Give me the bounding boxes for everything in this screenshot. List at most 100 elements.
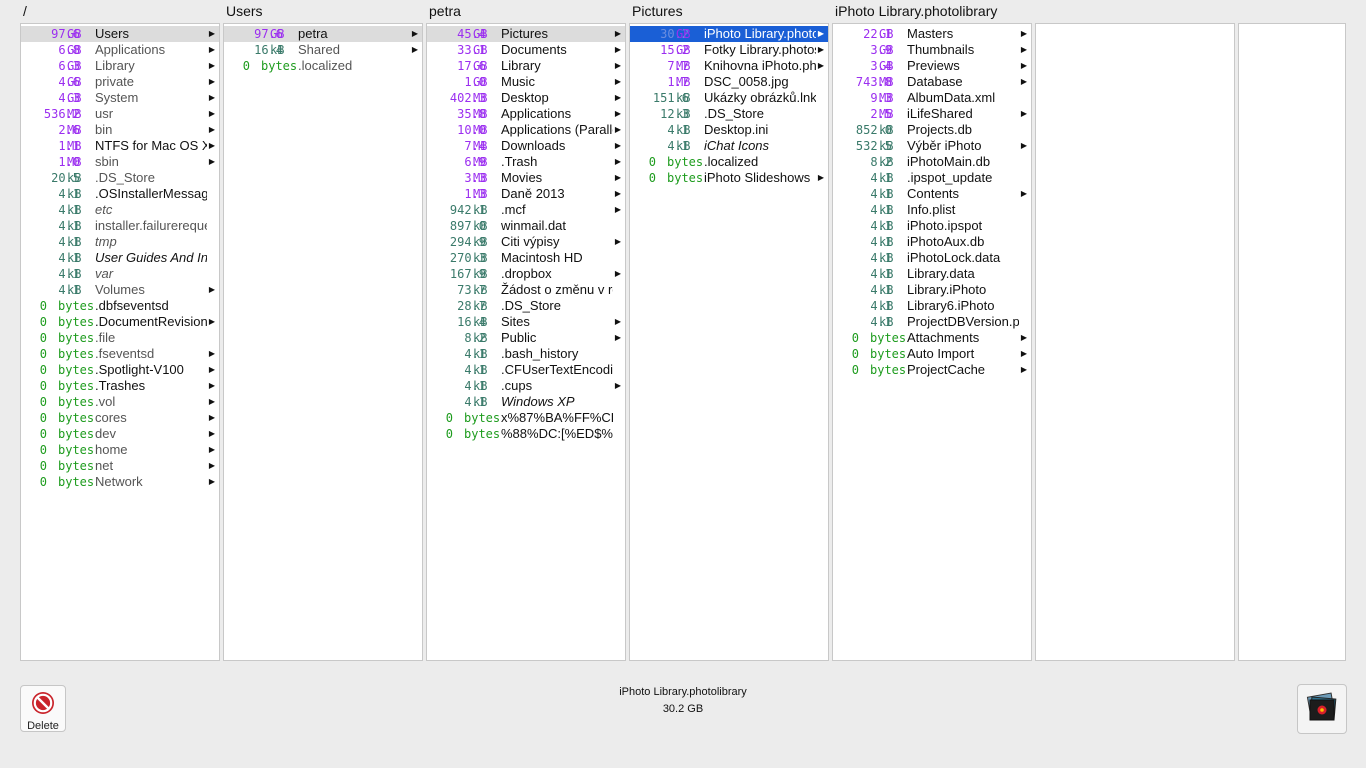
folder-row[interactable]: 10.0MBApplications (Parallels)▶ — [427, 122, 625, 138]
folder-row[interactable]: 0 bytes net ▶ — [21, 458, 219, 474]
reveal-in-finder-button[interactable] — [1297, 684, 1347, 734]
file-row[interactable]: 0 bytes .localized — [630, 154, 828, 170]
file-row[interactable]: 0 bytes .dbfseventsd — [21, 298, 219, 314]
folder-row[interactable]: 402.3 MB Desktop ▶ — [427, 90, 625, 106]
folder-row[interactable]: 1.3 MB Daně 2013 ▶ — [427, 186, 625, 202]
folder-row[interactable]: 0 bytes .Trashes ▶ — [21, 378, 219, 394]
folder-row[interactable]: 532.5 kB Výběr iPhoto ▶ — [833, 138, 1031, 154]
file-row[interactable]: 4.1kBinstaller.failurerequests — [21, 218, 219, 234]
browser-column[interactable] — [1238, 23, 1346, 661]
folder-row[interactable]: 0 bytes iPhoto Slideshows ▶ — [630, 170, 828, 186]
folder-row[interactable]: 3.4 GB Previews ▶ — [833, 58, 1031, 74]
file-row[interactable]: 897.0 kB winmail.dat — [427, 218, 625, 234]
file-row[interactable]: 4.1 kB iPhoto.ipspot — [833, 218, 1031, 234]
folder-row[interactable]: 0 bytes .vol ▶ — [21, 394, 219, 410]
folder-row[interactable]: 0 bytes .Spotlight-V100 ▶ — [21, 362, 219, 378]
file-row[interactable]: 0 bytes .file — [21, 330, 219, 346]
folder-row[interactable]: 30.2GBiPhoto Library.photolibrary▶ — [630, 26, 828, 42]
folder-row[interactable]: 0 bytes ProjectCache ▶ — [833, 362, 1031, 378]
folder-row[interactable]: 33.1 GB Documents ▶ — [427, 42, 625, 58]
folder-row[interactable]: 1.0 GB Music ▶ — [427, 74, 625, 90]
folder-row[interactable]: 743.8 MB Database ▶ — [833, 74, 1031, 90]
file-row[interactable]: 4.1 kB Desktop.ini — [630, 122, 828, 138]
folder-row[interactable]: 35.8 MB Applications ▶ — [427, 106, 625, 122]
folder-row[interactable]: 4.1 kB .cups ▶ — [427, 378, 625, 394]
folder-row[interactable]: 4.1 kB Volumes ▶ — [21, 282, 219, 298]
browser-column[interactable] — [1035, 23, 1235, 661]
folder-row[interactable]: 6.8 GB Applications ▶ — [21, 42, 219, 58]
folder-row[interactable]: 7.4 MB Downloads ▶ — [427, 138, 625, 154]
file-row[interactable]: 4.1kBProjectDBVersion.plist — [833, 314, 1031, 330]
file-row[interactable]: 1.7 MB DSC_0058.jpg — [630, 74, 828, 90]
browser-column[interactable]: 30.2GBiPhoto Library.photolibrary▶15.2GB… — [629, 23, 829, 661]
folder-row[interactable]: 97.6 GB Users ▶ — [21, 26, 219, 42]
folder-row[interactable]: 6.3 GB Library ▶ — [21, 58, 219, 74]
file-row[interactable]: 4.1 kB etc — [21, 202, 219, 218]
file-row[interactable]: 4.1 kB Info.plist — [833, 202, 1031, 218]
folder-row[interactable]: 3.3 MB Movies ▶ — [427, 170, 625, 186]
folder-row[interactable]: 97.6 GB petra ▶ — [224, 26, 422, 42]
folder-row[interactable]: 536.2 MB usr ▶ — [21, 106, 219, 122]
folder-row[interactable]: 22.1 GB Masters ▶ — [833, 26, 1031, 42]
folder-row[interactable]: 0 bytes Auto Import ▶ — [833, 346, 1031, 362]
file-row[interactable]: 4.1 kB Windows XP — [427, 394, 625, 410]
file-row[interactable]: 4.1kB.OSInstallerMessages — [21, 186, 219, 202]
folder-row[interactable]: 8.2 kB Public ▶ — [427, 330, 625, 346]
file-row[interactable]: 151.6 kB Ukázky obrázků.lnk — [630, 90, 828, 106]
folder-row[interactable]: 2.5 MB iLifeShared ▶ — [833, 106, 1031, 122]
file-row[interactable]: 4.1 kB .bash_history — [427, 346, 625, 362]
browser-column[interactable]: 97.6 GB Users ▶ 6.8 GB Applications ▶ 6.3 GB Libra… — [20, 23, 220, 661]
folder-row[interactable]: 0 bytes Network ▶ — [21, 474, 219, 490]
file-row[interactable]: 73.7kBŽádost o změnu v registraci — [427, 282, 625, 298]
folder-row[interactable]: 17.6 GB Library ▶ — [427, 58, 625, 74]
file-row[interactable]: 0 bytes .localized — [224, 58, 422, 74]
file-row[interactable]: 4.1kBUser Guides And Information — [21, 250, 219, 266]
folder-row[interactable]: 4.6 GB private ▶ — [21, 74, 219, 90]
delete-button[interactable]: Delete — [20, 685, 66, 732]
file-row[interactable]: 270.3 kB Macintosh HD — [427, 250, 625, 266]
folder-row[interactable]: 16.4 kB Shared ▶ — [224, 42, 422, 58]
file-row[interactable]: 20.5 kB .DS_Store — [21, 170, 219, 186]
browser-column[interactable]: 97.6 GB petra ▶ 16.4 kB Shared ▶ 0 bytes .localize… — [223, 23, 423, 661]
file-row[interactable]: 4.1 kB Library.iPhoto — [833, 282, 1031, 298]
file-row[interactable]: 0 bytes %88%DC:[%ED$%B — [427, 426, 625, 442]
file-row[interactable]: 8.2 kB iPhotoMain.db — [833, 154, 1031, 170]
file-row[interactable]: 852.0 kB Projects.db — [833, 122, 1031, 138]
folder-row[interactable]: 6.9 MB .Trash ▶ — [427, 154, 625, 170]
folder-row[interactable]: 4.1 kB Contents ▶ — [833, 186, 1031, 202]
file-row[interactable]: 4.1 kB iPhotoLock.data — [833, 250, 1031, 266]
browser-column[interactable]: 45.4 GB Pictures ▶ 33.1 GB Documents ▶ 17.6 GB Lib… — [426, 23, 626, 661]
file-row[interactable]: 9.3 MB AlbumData.xml — [833, 90, 1031, 106]
file-row[interactable]: 4.1 kB iChat Icons — [630, 138, 828, 154]
folder-row[interactable]: 16.4 kB Sites ▶ — [427, 314, 625, 330]
folder-row[interactable]: 3.9 GB Thumbnails ▶ — [833, 42, 1031, 58]
folder-row[interactable]: 7.7MBKnihovna iPhoto.photolibrary▶ — [630, 58, 828, 74]
folder-row[interactable]: 0 bytes cores ▶ — [21, 410, 219, 426]
browser-column[interactable]: 22.1 GB Masters ▶ 3.9 GB Thumbnails ▶ 3.4 GB Previ… — [832, 23, 1032, 661]
folder-row[interactable]: 4.3 GB System ▶ — [21, 90, 219, 106]
file-row[interactable]: 28.7 kB .DS_Store — [427, 298, 625, 314]
file-row[interactable]: 12.3 kB .DS_Store — [630, 106, 828, 122]
folder-row[interactable]: 167.9 kB .dropbox ▶ — [427, 266, 625, 282]
folder-row[interactable]: 0 bytes .fseventsd ▶ — [21, 346, 219, 362]
file-row[interactable]: 0 bytesx%87%BA%FF%CB% — [427, 410, 625, 426]
file-row[interactable]: 4.1 kB Library6.iPhoto — [833, 298, 1031, 314]
file-row[interactable]: 4.1 kB var — [21, 266, 219, 282]
folder-row[interactable]: 2.6 MB bin ▶ — [21, 122, 219, 138]
folder-row[interactable]: 0 bytes.DocumentRevisions-V100▶ — [21, 314, 219, 330]
folder-row[interactable]: 1.0 MB sbin ▶ — [21, 154, 219, 170]
file-row[interactable]: 4.1 kB Library.data — [833, 266, 1031, 282]
folder-row[interactable]: 942.1 kB .mcf ▶ — [427, 202, 625, 218]
file-row[interactable]: 4.1 kB tmp — [21, 234, 219, 250]
file-row[interactable]: 4.1 kB iPhotoAux.db — [833, 234, 1031, 250]
folder-row[interactable]: 294.9 kB Citi výpisy ▶ — [427, 234, 625, 250]
folder-row[interactable]: 45.4 GB Pictures ▶ — [427, 26, 625, 42]
folder-row[interactable]: 0 bytes home ▶ — [21, 442, 219, 458]
item-name: %88%DC:[%ED$%B — [501, 426, 613, 441]
file-row[interactable]: 4.1kB.CFUserTextEncoding — [427, 362, 625, 378]
file-row[interactable]: 4.1 kB .ipspot_update — [833, 170, 1031, 186]
folder-row[interactable]: 0 bytes Attachments ▶ — [833, 330, 1031, 346]
folder-row[interactable]: 0 bytes dev ▶ — [21, 426, 219, 442]
folder-row[interactable]: 1.1 MB NTFS for Mac OS X ▶ — [21, 138, 219, 154]
folder-row[interactable]: 15.2GBFotky Library.photoslibrary▶ — [630, 42, 828, 58]
